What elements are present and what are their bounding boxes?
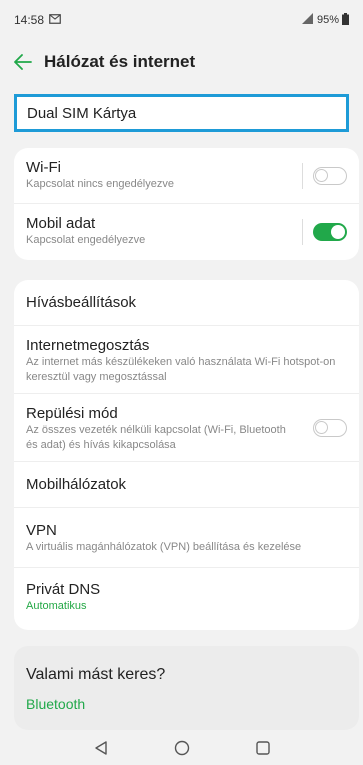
status-bar: 14:58 95% xyxy=(0,0,363,40)
suggestions-card: Valami mást keres? Bluetooth xyxy=(14,646,359,730)
divider xyxy=(302,162,303,189)
wifi-toggle[interactable] xyxy=(313,166,347,185)
settings-card: Hívásbeállítások Internetmegosztás Az in… xyxy=(14,280,359,630)
tethering-subtitle: Az internet más készülékeken való haszná… xyxy=(26,356,336,383)
airplane-mode-title: Repülési mód xyxy=(26,405,118,422)
message-icon xyxy=(49,13,61,27)
wifi-subtitle: Kapcsolat nincs engedélyezve xyxy=(26,178,174,190)
dual-sim-card-item[interactable]: Dual SIM Kártya xyxy=(14,94,349,132)
mobile-networks-row[interactable]: Mobilhálózatok xyxy=(14,462,359,508)
back-nav-icon[interactable] xyxy=(89,736,113,760)
vpn-row[interactable]: VPN A virtuális magánhálózatok (VPN) beá… xyxy=(14,508,359,568)
private-dns-title: Privát DNS xyxy=(26,581,101,598)
signal-icon xyxy=(301,13,314,27)
call-settings-title: Hívásbeállítások xyxy=(26,294,137,311)
wifi-title: Wi-Fi xyxy=(26,159,61,176)
mobile-networks-title: Mobilhálózatok xyxy=(26,476,127,493)
connectivity-card: Wi-Fi Kapcsolat nincs engedélyezve Mobil… xyxy=(14,148,359,260)
airplane-mode-row[interactable]: Repülési mód Az összes vezeték nélküli k… xyxy=(14,394,359,462)
vpn-title: VPN xyxy=(26,522,57,539)
home-nav-icon[interactable] xyxy=(170,736,194,760)
tethering-title: Internetmegosztás xyxy=(26,337,150,354)
airplane-mode-toggle[interactable] xyxy=(313,418,347,437)
battery-icon xyxy=(342,12,349,28)
private-dns-subtitle: Automatikus xyxy=(26,600,87,612)
call-settings-row[interactable]: Hívásbeállítások xyxy=(14,280,359,326)
bluetooth-link[interactable]: Bluetooth xyxy=(14,684,359,712)
app-bar: Hálózat és internet xyxy=(0,40,363,84)
vpn-subtitle: A virtuális magánhálózatok (VPN) beállít… xyxy=(26,541,302,553)
page-title: Hálózat és internet xyxy=(44,52,196,71)
recents-nav-icon[interactable] xyxy=(251,736,275,760)
clock: 14:58 xyxy=(14,13,45,27)
airplane-mode-subtitle: Az összes vezeték nélküli kapcsolat (Wi-… xyxy=(26,424,286,451)
mobile-data-title: Mobil adat xyxy=(26,215,96,232)
mobile-data-row[interactable]: Mobil adat Kapcsolat engedélyezve xyxy=(14,204,359,260)
suggestions-title: Valami mást keres? xyxy=(26,666,166,683)
navigation-bar xyxy=(0,730,363,765)
divider xyxy=(302,219,303,245)
mobile-data-subtitle: Kapcsolat engedélyezve xyxy=(26,234,146,246)
battery-level: 95% xyxy=(316,14,339,26)
private-dns-row[interactable]: Privát DNS Automatikus xyxy=(14,568,359,630)
dual-sim-label: Dual SIM Kártya xyxy=(27,104,137,122)
tethering-row[interactable]: Internetmegosztás Az internet más készül… xyxy=(14,326,359,394)
wifi-row[interactable]: Wi-Fi Kapcsolat nincs engedélyezve xyxy=(14,148,359,204)
mobile-data-toggle[interactable] xyxy=(313,223,347,241)
back-arrow-icon[interactable] xyxy=(14,51,36,73)
